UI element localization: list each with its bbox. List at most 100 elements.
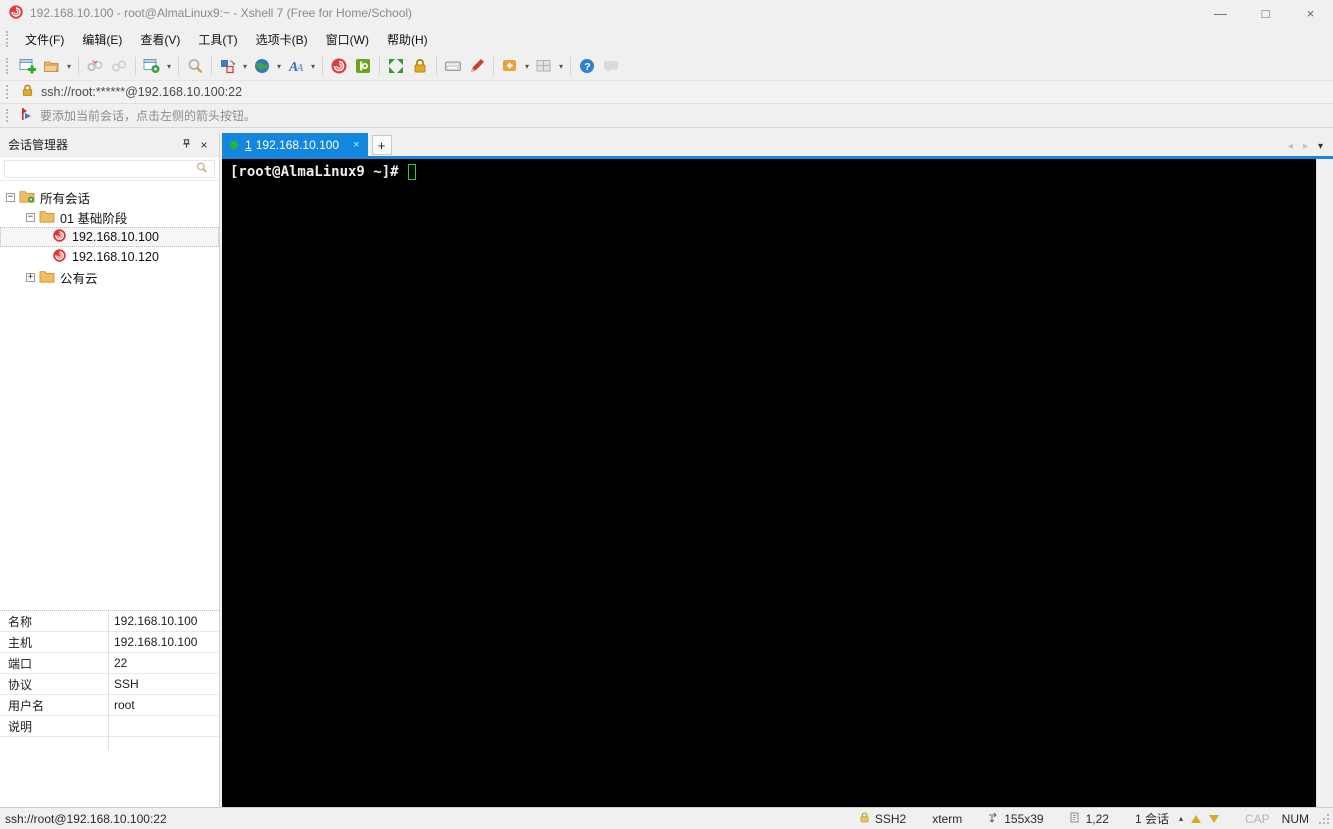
open-dropdown[interactable]: ▾ [64, 54, 74, 78]
status-bar: ssh://root@192.168.10.100:22 SSH2 xterm … [0, 807, 1333, 829]
tab-scroll-left-icon[interactable]: ◂ [1288, 141, 1293, 152]
session-properties-button[interactable] [140, 54, 164, 78]
tree-item-session-120[interactable]: 192.168.10.120 [0, 247, 219, 267]
session-manager-panel: 会话管理器 × − 所有会话 − 01 基础阶段 192.168.10.100 [0, 133, 220, 807]
encoding-button[interactable] [250, 54, 274, 78]
status-connection: ssh://root@192.168.10.100:22 [5, 811, 167, 826]
menu-window[interactable]: 窗口(W) [317, 27, 378, 52]
address-bar[interactable]: ssh://root:******@192.168.10.100:22 [0, 80, 1333, 104]
new-tab-button[interactable]: + [371, 135, 392, 155]
highlight-button[interactable] [465, 54, 489, 78]
session-properties-icon [143, 57, 161, 75]
compose-pane-button[interactable] [216, 54, 240, 78]
session-properties-dropdown[interactable]: ▾ [164, 54, 174, 78]
new-xshell-session-button[interactable] [327, 54, 351, 78]
menu-tools[interactable]: 工具(T) [189, 27, 246, 52]
add-session-flag-icon [20, 107, 34, 124]
menu-bar: 文件(F) 编辑(E) 查看(V) 工具(T) 选项卡(B) 窗口(W) 帮助(… [0, 26, 1333, 52]
compose-pane-dropdown[interactable]: ▾ [240, 54, 250, 78]
open-button[interactable] [40, 54, 64, 78]
encoding-dropdown[interactable]: ▾ [274, 54, 284, 78]
lock-icon [411, 57, 429, 75]
tree-item-all-sessions[interactable]: − 所有会话 [0, 187, 219, 207]
session-snail-icon [52, 228, 67, 246]
menu-help[interactable]: 帮助(H) [378, 27, 437, 52]
close-panel-button[interactable]: × [195, 138, 213, 152]
xftp-transfer-button[interactable] [351, 54, 375, 78]
tree-label: 所有会话 [40, 191, 91, 206]
tab-number: 1 [245, 137, 252, 152]
tab-close-icon[interactable]: × [353, 139, 359, 151]
toolbar-separator [211, 57, 212, 75]
font-dropdown[interactable]: ▾ [308, 54, 318, 78]
property-row-port: 端口 22 [0, 653, 219, 674]
status-session-count[interactable]: 1 会话 [1135, 810, 1169, 827]
resize-grip[interactable] [1319, 814, 1329, 824]
title-bar: 192.168.10.100 - root@AlmaLinux9:~ - Xsh… [0, 0, 1333, 26]
tab-scroll-right-icon[interactable]: ▸ [1303, 141, 1308, 152]
font-button[interactable]: AA [284, 54, 308, 78]
toolbar-separator [493, 57, 494, 75]
fullscreen-button[interactable] [384, 54, 408, 78]
find-button[interactable] [183, 54, 207, 78]
tab-session-active[interactable]: 1 192.168.10.100 × [222, 133, 368, 156]
terminal-prompt: [root@AlmaLinux9 ~]# [230, 164, 399, 180]
property-row-host: 主机 192.168.10.100 [0, 632, 219, 653]
collapse-icon[interactable]: − [26, 212, 35, 222]
menu-file[interactable]: 文件(F) [16, 27, 73, 52]
xshell-logo-icon [8, 4, 24, 23]
lock-screen-button[interactable] [408, 54, 432, 78]
disconnect-button[interactable] [83, 54, 107, 78]
info-bar: 要添加当前会话，点击左侧的箭头按钮。 [0, 104, 1333, 128]
feedback-button[interactable] [599, 54, 623, 78]
tab-list-dropdown-icon[interactable]: ▾ [1318, 141, 1323, 152]
toolbar-grip [6, 85, 12, 99]
menu-view[interactable]: 查看(V) [131, 27, 189, 52]
svg-text:A: A [296, 63, 304, 74]
toolbar-separator [436, 57, 437, 75]
address-url[interactable]: ssh://root:******@192.168.10.100:22 [41, 85, 242, 99]
tree-item-folder-basic[interactable]: − 01 基础阶段 [0, 207, 219, 227]
screen-size-icon [988, 811, 1004, 826]
folder-gear-icon [19, 189, 35, 206]
pin-panel-button[interactable] [177, 138, 195, 152]
tool-bar: ▾ ▾ ▾ ▾ AA ▾ ▾ ▾ ? [0, 52, 1333, 80]
help-button[interactable]: ? [575, 54, 599, 78]
session-properties-grid: 名称 192.168.10.100 主机 192.168.10.100 端口 2… [0, 610, 219, 750]
tree-item-folder-cloud[interactable]: + 公有云 [0, 267, 219, 287]
layout-grid-button[interactable] [532, 54, 556, 78]
scroll-up-icon[interactable] [1190, 814, 1201, 823]
session-search-input[interactable] [4, 159, 215, 178]
menu-tabs[interactable]: 选项卡(B) [247, 27, 317, 52]
main-area: 会话管理器 × − 所有会话 − 01 基础阶段 192.168.10.100 [0, 128, 1333, 807]
minimize-button[interactable]: — [1198, 0, 1243, 26]
address-lock-icon [20, 83, 35, 101]
tree-label: 192.168.10.100 [72, 230, 159, 244]
fullscreen-icon [387, 57, 405, 75]
status-protocol: SSH2 [858, 811, 906, 827]
scroll-down-icon[interactable] [1208, 814, 1219, 823]
close-button[interactable]: × [1288, 0, 1333, 26]
layout-grid-dropdown[interactable]: ▾ [556, 54, 566, 78]
property-label: 说明 [0, 716, 109, 736]
session-manager-header: 会话管理器 × [0, 133, 219, 157]
virtual-keyboard-button[interactable] [441, 54, 465, 78]
reconnect-icon [110, 57, 128, 75]
expand-icon[interactable]: + [26, 272, 35, 282]
status-terminal-type[interactable]: xterm [932, 812, 962, 826]
session-list-dropdown-icon[interactable]: ▴ [1179, 814, 1183, 823]
maximize-button[interactable]: □ [1243, 0, 1288, 26]
tree-item-session-100[interactable]: 192.168.10.100 [0, 227, 219, 247]
encoding-globe-icon [253, 57, 271, 75]
terminal-cursor [407, 164, 416, 180]
terminal-scrollbar[interactable] [1316, 159, 1333, 807]
menu-edit[interactable]: 编辑(E) [73, 27, 131, 52]
cursor-position-icon [1070, 811, 1086, 826]
reconnect-button[interactable] [107, 54, 131, 78]
terminal-screen[interactable]: [root@AlmaLinux9 ~]# [222, 159, 1316, 807]
new-session-button[interactable] [16, 54, 40, 78]
new-layout-dropdown[interactable]: ▾ [522, 54, 532, 78]
folder-icon [39, 209, 55, 226]
collapse-icon[interactable]: − [6, 192, 15, 202]
new-layout-button[interactable] [498, 54, 522, 78]
